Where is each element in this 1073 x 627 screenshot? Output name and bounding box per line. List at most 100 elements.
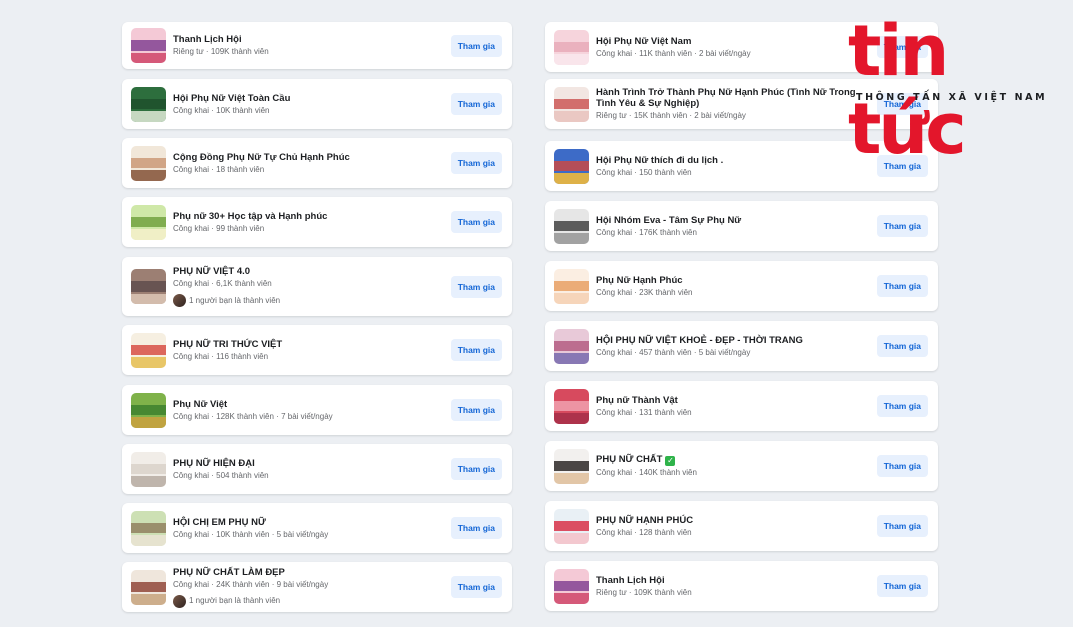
logo-wordmark: tin tức	[848, 10, 967, 170]
group-info: Hội Phụ Nữ Việt Nam Công khai · 11K thành…	[596, 36, 871, 59]
group-info: Hội Nhóm Eva - Tâm Sự Phụ Nữ Công khai · …	[596, 215, 871, 238]
group-cover-image[interactable]	[554, 208, 589, 244]
group-name[interactable]: PHỤ NỮ CHẤT LÀM ĐẸP	[173, 567, 445, 578]
group-card[interactable]: PHỤ NỮ TRI THỨC VIỆT Công khai · 116 thàn…	[122, 325, 512, 375]
join-group-button[interactable]: Tham gia	[450, 93, 502, 115]
group-card[interactable]: Hội Phụ Nữ Việt Toàn Cầu Công khai · 10K …	[122, 79, 512, 129]
group-card[interactable]: HỘI PHỤ NỮ VIỆT KHOẺ - ĐẸP - THỜI TRANG C…	[545, 321, 938, 371]
group-name[interactable]: Hội Phụ Nữ thích đi du lịch .	[596, 155, 871, 166]
group-name[interactable]: Thanh Lịch Hội	[596, 575, 871, 586]
group-meta: Công khai · 176K thành viên	[596, 227, 697, 237]
group-card[interactable]: Hội Nhóm Eva - Tâm Sự Phụ Nữ Công khai · …	[545, 201, 938, 251]
group-name[interactable]: PHỤ NỮ CHẤT ✓	[596, 454, 871, 466]
group-name[interactable]: Hội Phụ Nữ Việt Nam	[596, 36, 871, 47]
group-info: HỘI PHỤ NỮ VIỆT KHOẺ - ĐẸP - THỜI TRANG C…	[596, 335, 871, 358]
group-card[interactable]: Thanh Lịch Hội Riêng tư · 109K thành viên…	[545, 561, 938, 611]
group-name[interactable]: Thanh Lịch Hội	[173, 34, 445, 45]
group-cover-image[interactable]	[554, 448, 589, 484]
group-card[interactable]: PHỤ NỮ HẠNH PHÚC Công khai · 128 thành vi…	[545, 501, 938, 551]
group-cover-image[interactable]	[554, 86, 589, 122]
group-card[interactable]: PHỤ NỮ VIỆT 4.0 Công khai · 6,1K thành vi…	[122, 257, 512, 316]
group-meta: Công khai · 128K thành viên · 7 bài viết…	[173, 411, 333, 421]
group-name[interactable]: Phụ Nữ Hạnh Phúc	[596, 275, 871, 286]
group-cover-image[interactable]	[554, 388, 589, 424]
group-name[interactable]: Phụ nữ Thành Vật	[596, 395, 871, 406]
mutual-friend-text: 1 người bạn là thành viên	[189, 295, 281, 305]
group-cover-image[interactable]	[131, 569, 166, 605]
group-cover-image[interactable]	[131, 451, 166, 487]
mutual-friend-note: 1 người bạn là thành viên	[173, 294, 445, 307]
join-group-button[interactable]: Tham gia	[876, 515, 928, 537]
group-name[interactable]: Hành Trình Trở Thành Phụ Nữ Hạnh Phúc (T…	[596, 87, 871, 109]
group-card[interactable]: PHỤ NỮ HIỆN ĐẠI Công khai · 504 thành viê…	[122, 444, 512, 494]
group-cover-image[interactable]	[554, 29, 589, 65]
join-group-button[interactable]: Tham gia	[450, 211, 502, 233]
join-group-button[interactable]: Tham gia	[450, 275, 502, 298]
group-cover-image[interactable]	[554, 568, 589, 604]
group-info: Hội Phụ Nữ Việt Toàn Cầu Công khai · 10K …	[173, 93, 445, 116]
group-info: HỘI CHỊ EM PHỤ NỮ Công khai · 10K thành v…	[173, 517, 445, 540]
group-info: Thanh Lịch Hội Riêng tư · 109K thành viên	[596, 575, 871, 598]
group-cover-image[interactable]	[131, 28, 166, 63]
group-card[interactable]: Phụ Nữ Hạnh Phúc Công khai · 23K thành vi…	[545, 261, 938, 311]
group-card[interactable]: HỘI CHỊ EM PHỤ NỮ Công khai · 10K thành v…	[122, 503, 512, 553]
group-name[interactable]: Hội Phụ Nữ Việt Toàn Cầu	[173, 93, 445, 104]
group-name[interactable]: PHỤ NỮ HIỆN ĐẠI	[173, 458, 445, 469]
join-group-button[interactable]: Tham gia	[876, 395, 928, 417]
group-name[interactable]: PHỤ NỮ HẠNH PHÚC	[596, 515, 871, 526]
group-card[interactable]: Thanh Lịch Hội Riêng tư · 109K thành viên…	[122, 22, 512, 69]
group-card[interactable]: PHỤ NỮ CHẤT LÀM ĐẸP Công khai · 24K thành…	[122, 562, 512, 612]
group-meta: Công khai · 99 thành viên	[173, 223, 265, 233]
group-cover-image[interactable]	[131, 332, 166, 368]
join-group-button[interactable]: Tham gia	[450, 458, 502, 480]
group-cover-image[interactable]	[554, 148, 589, 184]
group-cover-image[interactable]	[131, 204, 166, 240]
group-cover-image[interactable]	[131, 510, 166, 546]
group-info: Hành Trình Trở Thành Phụ Nữ Hạnh Phúc (T…	[596, 87, 871, 121]
group-meta: Công khai · 23K thành viên	[596, 287, 693, 297]
logo-tagline: THÔNG TẤN XÃ VIỆT NAM	[856, 92, 1048, 103]
join-group-button[interactable]: Tham gia	[450, 34, 502, 57]
group-meta: Công khai · 10K thành viên	[173, 105, 270, 115]
group-meta: Công khai · 150 thành viên	[596, 167, 692, 177]
group-name[interactable]: Hội Nhóm Eva - Tâm Sự Phụ Nữ	[596, 215, 871, 226]
group-meta: Công khai · 131 thành viên	[596, 407, 692, 417]
join-group-button[interactable]: Tham gia	[450, 152, 502, 174]
group-meta: Riêng tư · 109K thành viên	[596, 587, 692, 597]
group-card[interactable]: Phụ nữ Thành Vật Công khai · 131 thành vi…	[545, 381, 938, 431]
group-cover-image[interactable]	[131, 145, 166, 181]
group-meta: Công khai · 18 thành viên	[173, 164, 265, 174]
group-name[interactable]: Phụ Nữ Việt	[173, 399, 445, 410]
group-name[interactable]: HỘI CHỊ EM PHỤ NỮ	[173, 517, 445, 528]
group-card[interactable]: PHỤ NỮ CHẤT ✓ Công khai · 140K thành viên T…	[545, 441, 938, 491]
group-name[interactable]: Cộng Đồng Phụ Nữ Tự Chủ Hạnh Phúc	[173, 152, 445, 163]
group-card[interactable]: Phụ nữ 30+ Học tập và Hạnh phúc Công khai…	[122, 197, 512, 247]
group-name[interactable]: Phụ nữ 30+ Học tập và Hạnh phúc	[173, 211, 445, 222]
join-group-button[interactable]: Tham gia	[450, 576, 502, 598]
group-cover-image[interactable]	[131, 392, 166, 428]
group-cover-image[interactable]	[554, 268, 589, 304]
group-name[interactable]: PHỤ NỮ VIỆT 4.0	[173, 266, 445, 277]
friend-avatar	[173, 294, 186, 307]
join-group-button[interactable]: Tham gia	[876, 455, 928, 477]
group-meta: Riêng tư · 15K thành viên · 2 bài viết/n…	[596, 111, 746, 120]
group-cover-image[interactable]	[131, 269, 166, 304]
group-info: Phụ Nữ Việt Công khai · 128K thành viên ·…	[173, 399, 445, 422]
join-group-button[interactable]: Tham gia	[876, 275, 928, 297]
group-name[interactable]: PHỤ NỮ TRI THỨC VIỆT	[173, 339, 445, 350]
group-cover-image[interactable]	[554, 508, 589, 544]
join-group-button[interactable]: Tham gia	[450, 399, 502, 421]
group-meta: Công khai · 504 thành viên	[173, 470, 269, 480]
group-cover-image[interactable]	[131, 86, 166, 122]
group-info: PHỤ NỮ CHẤT LÀM ĐẸP Công khai · 24K thành…	[173, 567, 445, 608]
group-cover-image[interactable]	[554, 328, 589, 364]
group-name[interactable]: HỘI PHỤ NỮ VIỆT KHOẺ - ĐẸP - THỜI TRANG	[596, 335, 871, 346]
group-card[interactable]: Cộng Đồng Phụ Nữ Tự Chủ Hạnh Phúc Công kh…	[122, 138, 512, 188]
join-group-button[interactable]: Tham gia	[450, 339, 502, 361]
join-group-button[interactable]: Tham gia	[450, 517, 502, 539]
group-meta: Công khai · 24K thành viên · 9 bài viết/…	[173, 579, 329, 589]
join-group-button[interactable]: Tham gia	[876, 215, 928, 237]
join-group-button[interactable]: Tham gia	[876, 575, 928, 597]
join-group-button[interactable]: Tham gia	[876, 335, 928, 357]
group-card[interactable]: Phụ Nữ Việt Công khai · 128K thành viên ·…	[122, 385, 512, 435]
